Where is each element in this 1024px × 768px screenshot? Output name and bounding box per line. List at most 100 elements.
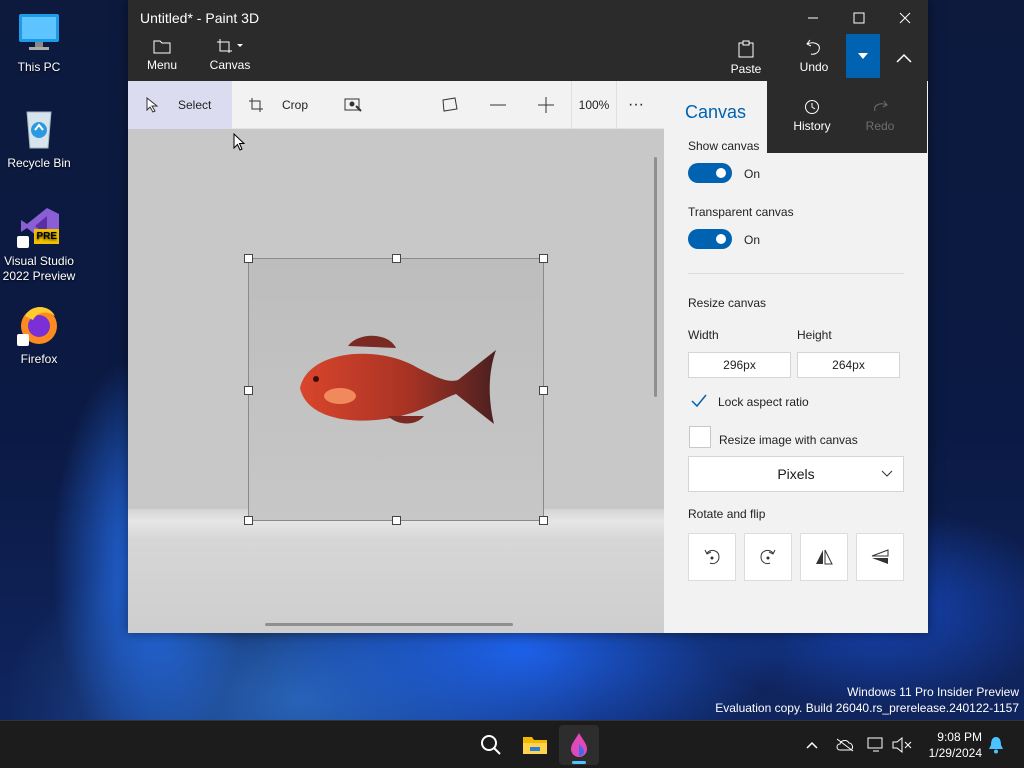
chevron-up-icon (806, 741, 818, 749)
resize-handle-s[interactable] (392, 516, 401, 525)
desktop-icon-visual-studio[interactable]: PRE Visual Studio 2022 Preview (0, 204, 78, 284)
desktop-icon-recycle-bin[interactable]: Recycle Bin (0, 106, 78, 171)
folder-icon (153, 40, 171, 54)
checkmark-icon (691, 394, 707, 408)
search-icon (481, 735, 501, 755)
paste-icon (738, 40, 754, 58)
flip-horizontal-button[interactable] (800, 533, 848, 581)
volume-tray-button[interactable] (883, 725, 921, 765)
lock-aspect-checkbox[interactable] (688, 390, 710, 412)
magic-select-button[interactable] (344, 81, 372, 129)
resize-handle-sw[interactable] (244, 516, 253, 525)
width-label: Width (688, 328, 719, 342)
menu-button[interactable]: Menu (132, 38, 192, 72)
panel-title: Canvas (685, 102, 747, 122)
file-explorer-button[interactable] (515, 725, 555, 765)
canvas-button[interactable]: Canvas (200, 38, 260, 72)
flip-vertical-button[interactable] (856, 533, 904, 581)
select-tool-button[interactable]: Select (128, 81, 232, 129)
magic-select-icon (344, 98, 362, 112)
history-flyout: History Redo (767, 81, 927, 153)
height-input[interactable]: 264px (797, 352, 900, 378)
zoom-in-button[interactable] (538, 81, 564, 129)
crop-label: Crop (282, 98, 309, 112)
resize-handle-ne[interactable] (539, 254, 548, 263)
selection-box[interactable] (244, 254, 548, 525)
history-label: History (793, 119, 831, 133)
desktop-icon-label: This PC (17, 60, 61, 74)
visual-studio-icon: PRE (17, 204, 61, 248)
resize-handle-n[interactable] (392, 254, 401, 263)
resize-handle-nw[interactable] (244, 254, 253, 263)
view-3d-button[interactable] (442, 81, 468, 129)
shortcut-arrow-icon (17, 236, 29, 248)
resize-image-label: Resize image with canvas (719, 433, 858, 447)
rotate-left-button[interactable] (688, 533, 736, 581)
canvas-icon (217, 39, 243, 53)
vertical-scrollbar[interactable] (654, 157, 657, 397)
redo-label: Redo (865, 119, 895, 133)
transparent-canvas-toggle[interactable] (688, 229, 732, 249)
clock[interactable]: 9:08 PM 1/29/2024 (929, 729, 982, 761)
canvas-workspace[interactable] (128, 129, 664, 633)
zoom-level[interactable]: 100% (571, 81, 617, 129)
resize-image-checkbox[interactable] (689, 426, 711, 448)
notifications-button[interactable] (980, 725, 1012, 765)
resize-handle-se[interactable] (539, 516, 548, 525)
resize-handle-w[interactable] (244, 386, 253, 395)
resize-canvas-heading: Resize canvas (688, 296, 767, 310)
maximize-button[interactable] (836, 4, 882, 32)
zoom-out-button[interactable] (490, 81, 516, 129)
clock-date: 1/29/2024 (928, 746, 982, 760)
undo-button[interactable]: Undo (784, 38, 844, 74)
title-bar: Untitled* - Paint 3D Menu Canvas Paste U… (128, 0, 928, 81)
desktop-icon-label: Recycle Bin (7, 156, 71, 170)
workspace-floor (128, 509, 664, 633)
history-dropdown-button[interactable] (846, 34, 880, 78)
mouse-cursor-icon (233, 133, 245, 151)
collapse-ribbon-button[interactable] (888, 44, 920, 72)
canvas-side-panel: Canvas Show canvas On Transparent canvas… (664, 81, 928, 633)
height-label: Height (797, 328, 832, 342)
minimize-button[interactable] (790, 4, 836, 32)
watermark-line-build: Evaluation copy. Build 26040.rs_prerelea… (715, 701, 1019, 715)
menu-label: Menu (146, 58, 178, 72)
desktop-icon-firefox[interactable]: Firefox (0, 302, 78, 367)
crop-icon (249, 98, 263, 112)
windows-watermark: Windows 11 Pro Insider Preview Evaluatio… (715, 684, 1019, 716)
flip-horizontal-icon (816, 549, 833, 565)
resize-handle-e[interactable] (539, 386, 548, 395)
paint3d-taskbar-button[interactable] (559, 725, 599, 765)
taskbar: 9:08 PM 1/29/2024 (0, 720, 1024, 768)
desktop-icon-label: Visual Studio 2022 Preview (2, 254, 76, 283)
width-input[interactable]: 296px (688, 352, 791, 378)
clock-time: 9:08 PM (937, 730, 982, 744)
search-button[interactable] (471, 725, 511, 765)
cursor-icon (146, 97, 159, 113)
close-button[interactable] (882, 4, 928, 32)
watermark-line-edition: Windows 11 Pro Insider Preview (847, 685, 1019, 699)
chevron-up-icon (896, 53, 912, 63)
recycle-bin-icon (17, 106, 61, 150)
rotate-right-icon (760, 549, 776, 565)
desktop-icon-this-pc[interactable]: This PC (0, 10, 78, 75)
horizontal-scrollbar[interactable] (265, 623, 513, 626)
paste-label: Paste (730, 62, 762, 76)
more-options-button[interactable]: ··· (628, 81, 644, 129)
crop-tool-button[interactable]: Crop (248, 81, 308, 129)
divider (688, 273, 904, 274)
bell-icon (989, 737, 1003, 754)
speaker-muted-icon (892, 737, 912, 753)
flip-vertical-icon (871, 549, 889, 564)
redo-button[interactable]: Redo (855, 99, 905, 133)
units-dropdown[interactable]: Pixels (688, 456, 904, 492)
paste-button[interactable]: Paste (716, 40, 776, 76)
rotate-flip-heading: Rotate and flip (688, 507, 766, 521)
history-button[interactable]: History (787, 99, 837, 133)
lock-aspect-label: Lock aspect ratio (718, 395, 809, 409)
undo-label: Undo (799, 60, 829, 74)
show-canvas-toggle[interactable] (688, 163, 732, 183)
paint3d-icon (571, 733, 587, 757)
rotate-right-button[interactable] (744, 533, 792, 581)
undo-icon (806, 39, 820, 55)
